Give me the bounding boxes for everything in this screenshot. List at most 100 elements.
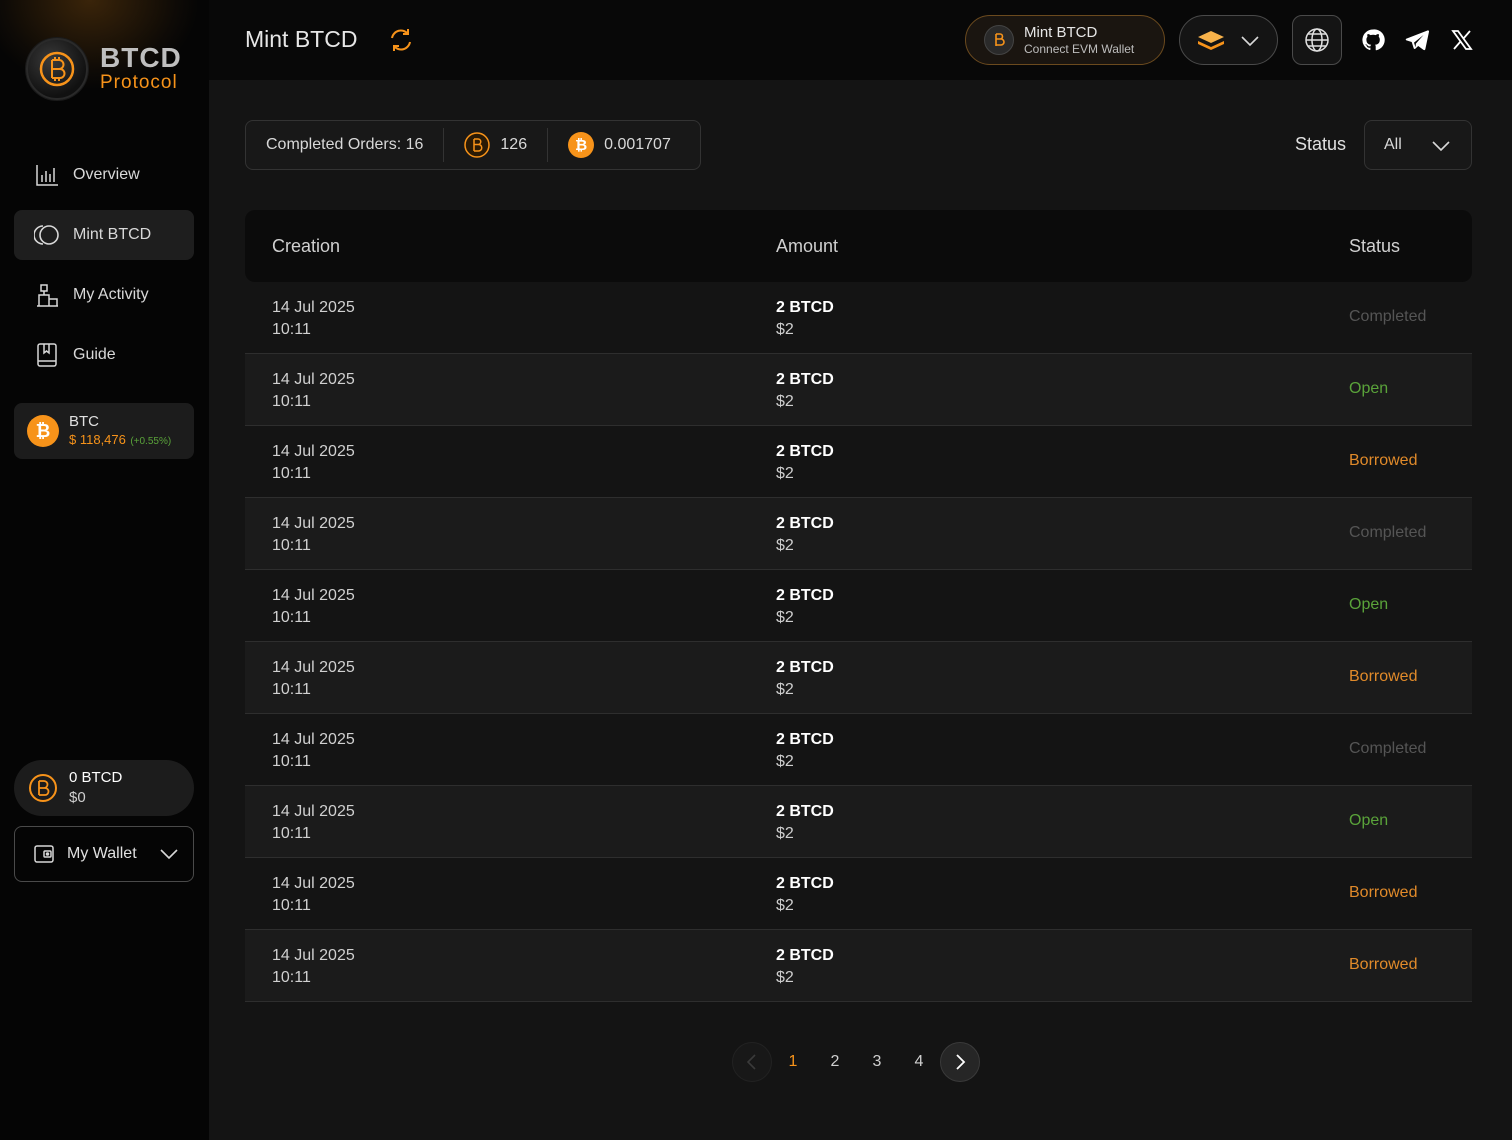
status-cell: Open	[1349, 380, 1389, 397]
creation-time: 10:11	[272, 465, 311, 482]
btcd-logo-icon	[26, 38, 88, 100]
wallet-icon	[33, 844, 55, 864]
creation-date: 14 Jul 2025	[272, 731, 355, 748]
creation-time: 10:11	[272, 537, 311, 554]
language-button[interactable]	[1292, 15, 1342, 65]
creation-time: 10:11	[272, 969, 311, 986]
btc-total-value: 0.001707	[604, 136, 671, 153]
status-cell: Open	[1349, 812, 1389, 829]
bar-chart-icon	[34, 162, 60, 188]
table-row[interactable]: 14 Jul 2025 10:11 2 BTCD $2 Borrowed	[245, 426, 1472, 498]
creation-cell: 14 Jul 2025 10:11	[272, 657, 355, 701]
brand-subtitle: Protocol	[100, 72, 178, 93]
amount-btcd: 2 BTCD	[776, 803, 834, 820]
column-header-creation[interactable]: Creation	[272, 236, 340, 257]
amount-btcd: 2 BTCD	[776, 875, 834, 892]
connect-evm-wallet-button[interactable]: Mint BTCD Connect EVM Wallet	[965, 15, 1165, 65]
refresh-icon[interactable]	[387, 26, 415, 54]
creation-date: 14 Jul 2025	[272, 443, 355, 460]
sidebar-item-label: Mint BTCD	[73, 226, 152, 243]
sidebar-item-activity[interactable]: My Activity	[14, 270, 194, 320]
creation-time: 10:11	[272, 681, 311, 698]
status-cell: Open	[1349, 596, 1389, 613]
page-number-1[interactable]: 1	[772, 1053, 814, 1071]
chevron-down-icon	[1240, 31, 1260, 56]
btcd-total-stat: 126	[443, 128, 547, 162]
btcd-balance: 0 BTCD	[69, 769, 123, 786]
table-row[interactable]: 14 Jul 2025 10:11 2 BTCD $2 Open	[245, 786, 1472, 858]
status-cell: Borrowed	[1349, 452, 1418, 469]
amount-cell: 2 BTCD $2	[776, 945, 834, 989]
sidebar-item-label: Guide	[73, 346, 116, 363]
amount-cell: 2 BTCD $2	[776, 873, 834, 917]
creation-time: 10:11	[272, 825, 311, 842]
connect-title: Mint BTCD	[1024, 23, 1098, 41]
amount-btcd: 2 BTCD	[776, 443, 834, 460]
my-wallet-label: My Wallet	[67, 845, 137, 862]
sidebar-item-overview[interactable]: Overview	[14, 150, 194, 200]
status-cell: Borrowed	[1349, 668, 1418, 685]
creation-time: 10:11	[272, 393, 311, 410]
next-page-button[interactable]	[940, 1042, 980, 1082]
my-wallet-button[interactable]: My Wallet	[14, 826, 194, 882]
amount-usd: $2	[776, 969, 794, 986]
amount-usd: $2	[776, 681, 794, 698]
table-row[interactable]: 14 Jul 2025 10:11 2 BTCD $2 Borrowed	[245, 930, 1472, 1002]
creation-date: 14 Jul 2025	[272, 875, 355, 892]
btc-total-stat: ₿ 0.001707	[547, 128, 691, 162]
brand-title: BTCD	[100, 42, 182, 73]
network-logo-icon	[1197, 29, 1225, 58]
network-selector[interactable]	[1179, 15, 1278, 65]
creation-cell: 14 Jul 2025 10:11	[272, 801, 355, 845]
amount-btcd: 2 BTCD	[776, 659, 834, 676]
sidebar-item-mint[interactable]: Mint BTCD	[14, 210, 194, 260]
amount-btcd: 2 BTCD	[776, 515, 834, 532]
btc-price-card: ₿ BTC $ 118,476 (+0.55%)	[14, 403, 194, 459]
column-header-amount[interactable]: Amount	[776, 236, 838, 257]
creation-date: 14 Jul 2025	[272, 371, 355, 388]
completed-orders-text: Completed Orders: 16	[266, 136, 424, 153]
btcd-total-value: 126	[500, 136, 528, 153]
table-row[interactable]: 14 Jul 2025 10:11 2 BTCD $2 Borrowed	[245, 642, 1472, 714]
connect-subtitle: Connect EVM Wallet	[1024, 41, 1135, 56]
btc-change: (+0.55%)	[130, 436, 172, 447]
amount-usd: $2	[776, 321, 794, 338]
creation-cell: 14 Jul 2025 10:11	[272, 369, 355, 413]
telegram-icon[interactable]	[1404, 27, 1430, 53]
creation-cell: 14 Jul 2025 10:11	[272, 513, 355, 557]
sidebar-item-guide[interactable]: Guide	[14, 330, 194, 380]
amount-usd: $2	[776, 825, 794, 842]
previous-page-button[interactable]	[732, 1042, 772, 1082]
creation-time: 10:11	[272, 897, 311, 914]
orders-table: Creation Amount Status 14 Jul 2025 10:11 2…	[245, 210, 1472, 1002]
status-cell: Completed	[1349, 524, 1427, 541]
creation-cell: 14 Jul 2025 10:11	[272, 729, 355, 773]
pagination: 1234	[732, 1042, 980, 1082]
creation-date: 14 Jul 2025	[272, 947, 355, 964]
sidebar-nav: Overview Mint BTCD My Activity Guide	[14, 150, 194, 390]
page-title: Mint BTCD	[245, 26, 358, 52]
amount-btcd: 2 BTCD	[776, 299, 834, 316]
table-row[interactable]: 14 Jul 2025 10:11 2 BTCD $2 Completed	[245, 714, 1472, 786]
table-row[interactable]: 14 Jul 2025 10:11 2 BTCD $2 Completed	[245, 282, 1472, 354]
amount-cell: 2 BTCD $2	[776, 297, 834, 341]
logo[interactable]: BTCD Protocol	[26, 38, 182, 100]
mint-stats-bar: Completed Orders: 16 126 ₿ 0.001707	[245, 120, 701, 170]
status-filter-dropdown[interactable]: All	[1364, 120, 1472, 170]
amount-btcd: 2 BTCD	[776, 731, 834, 748]
creation-time: 10:11	[272, 609, 311, 626]
amount-cell: 2 BTCD $2	[776, 513, 834, 557]
x-twitter-icon[interactable]	[1449, 27, 1475, 53]
page-number-2[interactable]: 2	[814, 1053, 856, 1071]
table-row[interactable]: 14 Jul 2025 10:11 2 BTCD $2 Open	[245, 570, 1472, 642]
creation-time: 10:11	[272, 753, 311, 770]
page-number-4[interactable]: 4	[898, 1053, 940, 1071]
sidebar: BTCD Protocol Overview Mint BTCD My Acti…	[0, 0, 209, 1140]
table-row[interactable]: 14 Jul 2025 10:11 2 BTCD $2 Completed	[245, 498, 1472, 570]
status-cell: Borrowed	[1349, 956, 1418, 973]
table-row[interactable]: 14 Jul 2025 10:11 2 BTCD $2 Open	[245, 354, 1472, 426]
table-row[interactable]: 14 Jul 2025 10:11 2 BTCD $2 Borrowed	[245, 858, 1472, 930]
page-number-3[interactable]: 3	[856, 1053, 898, 1071]
github-icon[interactable]	[1360, 27, 1386, 53]
column-header-status[interactable]: Status	[1349, 236, 1400, 257]
